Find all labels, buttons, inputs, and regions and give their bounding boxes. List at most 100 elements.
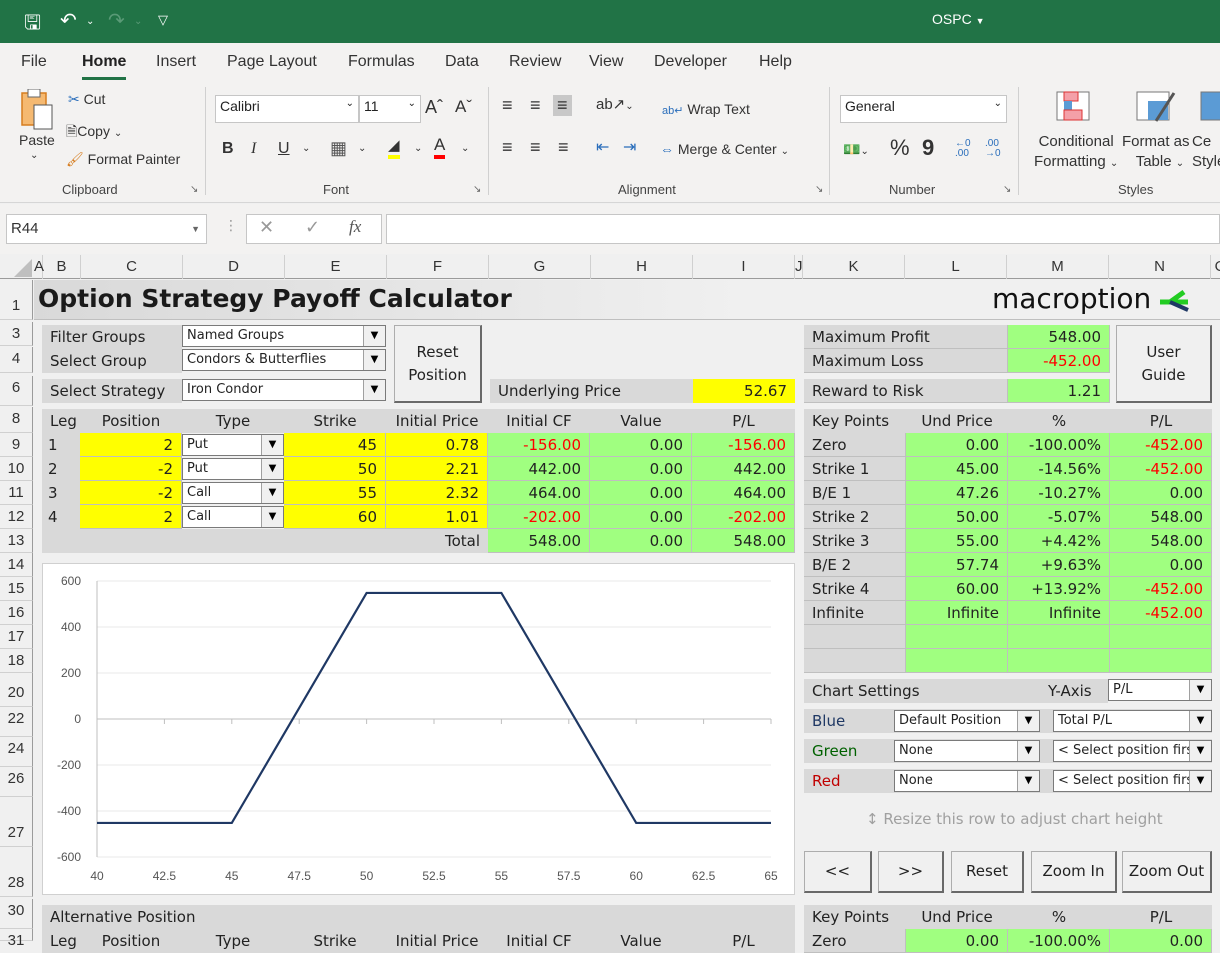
- leg-position-input[interactable]: 2: [80, 433, 182, 457]
- font-name-select[interactable]: Calibri⌄: [215, 95, 359, 123]
- column-header-c[interactable]: C: [81, 255, 183, 279]
- cancel-icon[interactable]: ✕: [259, 217, 274, 238]
- row-header-3[interactable]: 3: [0, 322, 33, 346]
- paste-dropdown-icon[interactable]: ⌄: [30, 150, 38, 161]
- column-header-k[interactable]: K: [803, 255, 905, 279]
- row-header-4[interactable]: 4: [0, 347, 33, 373]
- leg-type-dropdown[interactable]: Call▼: [182, 506, 284, 528]
- select-group-dropdown[interactable]: Condors & Butterflies▼: [182, 349, 386, 371]
- font-color-icon[interactable]: A: [434, 135, 445, 159]
- format-painter-button[interactable]: 🖌 Format Painter: [66, 151, 180, 168]
- format-as-table-icon[interactable]: [1136, 91, 1176, 128]
- percent-style-button[interactable]: %: [890, 135, 910, 161]
- series-metric-dropdown[interactable]: < Select position first▼: [1053, 740, 1212, 762]
- row-header-15[interactable]: 15: [0, 577, 33, 601]
- row-header-17[interactable]: 17: [0, 625, 33, 649]
- column-header-d[interactable]: D: [183, 255, 285, 279]
- decrease-indent-icon[interactable]: ⇤: [596, 137, 609, 157]
- y-axis-dropdown[interactable]: P/L▼: [1108, 679, 1212, 701]
- row-header-12[interactable]: 12: [0, 505, 33, 529]
- chevron-down-icon[interactable]: ⌄: [461, 143, 469, 154]
- chevron-down-icon[interactable]: ⌄: [358, 143, 366, 154]
- insert-function-icon[interactable]: fx: [349, 217, 361, 237]
- series-position-dropdown[interactable]: None▼: [894, 770, 1040, 792]
- row-header-20[interactable]: 20: [0, 673, 33, 707]
- leg-initial-price-input[interactable]: 0.78: [386, 433, 488, 457]
- cell-styles-icon[interactable]: [1200, 91, 1220, 128]
- align-bottom-icon[interactable]: ≡: [553, 95, 572, 116]
- tab-file[interactable]: File: [21, 53, 47, 71]
- tab-data[interactable]: Data: [445, 53, 479, 71]
- leg-type-dropdown[interactable]: Call▼: [182, 482, 284, 504]
- leg-strike-input[interactable]: 45: [284, 433, 386, 457]
- borders-icon[interactable]: ▦: [330, 138, 347, 159]
- row-header-6[interactable]: 6: [0, 376, 33, 406]
- formula-input[interactable]: [386, 214, 1220, 244]
- series-metric-dropdown[interactable]: < Select position first▼: [1053, 770, 1212, 792]
- column-header-j[interactable]: J: [795, 255, 803, 279]
- row-header-26[interactable]: 26: [0, 767, 33, 797]
- document-title[interactable]: OSPC ▼: [932, 11, 985, 27]
- series-metric-dropdown[interactable]: Total P/L▼: [1053, 710, 1212, 732]
- leg-initial-price-input[interactable]: 2.32: [386, 481, 488, 505]
- underlying-price-input[interactable]: 52.67: [693, 379, 795, 403]
- merge-center-button[interactable]: ⇔ Merge & Center ⌄: [660, 141, 789, 157]
- dialog-launcher-icon[interactable]: ↘: [190, 184, 198, 195]
- tab-insert[interactable]: Insert: [156, 53, 196, 71]
- undo-icon[interactable]: ↶: [60, 8, 77, 32]
- cell-styles-button[interactable]: CeStyle: [1192, 132, 1220, 172]
- align-right-icon[interactable]: ≡: [558, 137, 569, 158]
- increase-decimal-icon[interactable]: ←0.00: [955, 139, 971, 159]
- row-header-18[interactable]: 18: [0, 649, 33, 673]
- align-center-icon[interactable]: ≡: [530, 137, 541, 158]
- leg-strike-input[interactable]: 50: [284, 457, 386, 481]
- reset-position-button[interactable]: Reset Position: [394, 325, 482, 403]
- filter-groups-dropdown[interactable]: Named Groups▼: [182, 325, 386, 347]
- row-header-22[interactable]: 22: [0, 707, 33, 737]
- align-left-icon[interactable]: ≡: [502, 137, 513, 158]
- orientation-icon[interactable]: ab↗⌄: [596, 95, 634, 113]
- increase-font-size-icon[interactable]: Aˆ: [425, 97, 443, 118]
- tab-view[interactable]: View: [589, 53, 623, 71]
- series-position-dropdown[interactable]: None▼: [894, 740, 1040, 762]
- cut-button[interactable]: ✂ Cut: [68, 91, 105, 108]
- row-header-10[interactable]: 10: [0, 457, 33, 481]
- decrease-decimal-icon[interactable]: .00→0: [985, 139, 1001, 159]
- chevron-down-icon[interactable]: ⌄: [414, 143, 422, 154]
- paste-button[interactable]: Paste: [19, 132, 55, 148]
- leg-position-input[interactable]: -2: [80, 457, 182, 481]
- tab-review[interactable]: Review: [509, 53, 561, 71]
- payoff-chart[interactable]: 6004002000-200-400-6004042.54547.55052.5…: [42, 563, 795, 895]
- tab-help[interactable]: Help: [759, 53, 792, 71]
- conditional-formatting-icon[interactable]: [1056, 91, 1090, 124]
- series-position-dropdown[interactable]: Default Position▼: [894, 710, 1040, 732]
- row-header-30[interactable]: 30: [0, 899, 33, 929]
- dialog-launcher-icon[interactable]: ↘: [473, 184, 481, 195]
- bold-button[interactable]: B: [222, 140, 234, 158]
- column-header-i[interactable]: I: [693, 255, 795, 279]
- next-button[interactable]: >>: [878, 851, 944, 893]
- column-header-l[interactable]: L: [905, 255, 1007, 279]
- format-as-table-button[interactable]: Format as Table ⌄: [1122, 132, 1190, 174]
- accounting-format-icon[interactable]: 💵⌄: [843, 141, 869, 158]
- dialog-launcher-icon[interactable]: ↘: [815, 184, 823, 195]
- row-header-28[interactable]: 28: [0, 847, 33, 897]
- leg-type-dropdown[interactable]: Put▼: [182, 434, 284, 456]
- row-header-14[interactable]: 14: [0, 553, 33, 577]
- leg-strike-input[interactable]: 55: [284, 481, 386, 505]
- row-header-8[interactable]: 8: [0, 407, 33, 433]
- copy-button[interactable]: 🗎Copy ⌄: [66, 121, 122, 145]
- column-header-g[interactable]: G: [489, 255, 591, 279]
- font-size-select[interactable]: 11⌄: [359, 95, 421, 123]
- align-top-icon[interactable]: ≡: [502, 95, 513, 116]
- column-header-f[interactable]: F: [387, 255, 489, 279]
- column-header-b[interactable]: B: [43, 255, 81, 279]
- user-guide-button[interactable]: User Guide: [1116, 325, 1212, 403]
- row-header-27[interactable]: 27: [0, 797, 33, 847]
- row-header-31[interactable]: 31: [0, 929, 33, 941]
- paste-icon[interactable]: [18, 89, 56, 133]
- italic-button[interactable]: I: [251, 140, 256, 158]
- leg-strike-input[interactable]: 60: [284, 505, 386, 529]
- redo-icon[interactable]: ↷: [108, 8, 125, 32]
- tab-developer[interactable]: Developer: [654, 53, 727, 71]
